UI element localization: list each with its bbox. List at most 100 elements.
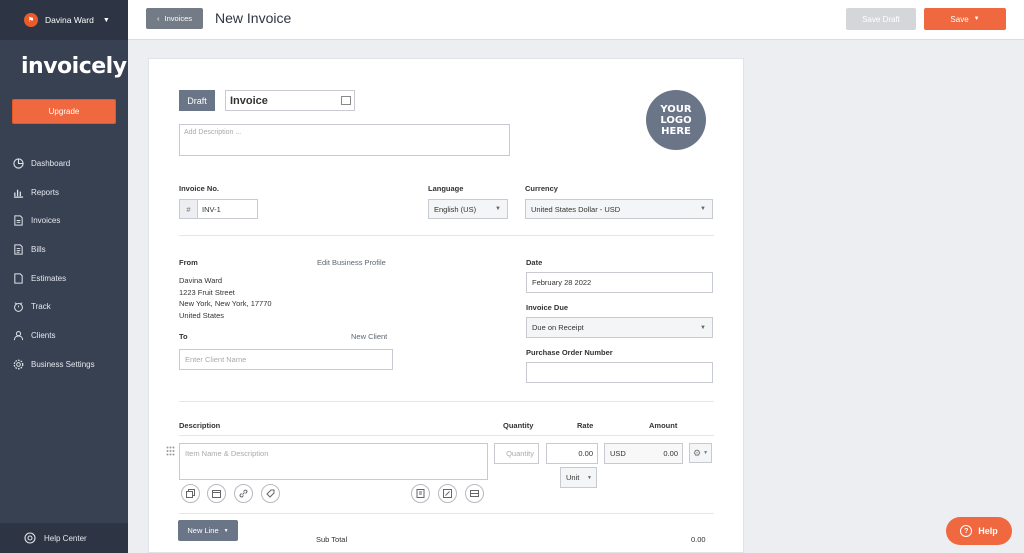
invoice-title-input[interactable]: Invoice	[225, 90, 355, 111]
flag-icon: ⚑	[24, 13, 38, 27]
from-city: New York, New York, 17770	[179, 299, 272, 308]
clients-icon	[12, 329, 24, 341]
copy-icon[interactable]	[181, 484, 200, 503]
chevron-down-icon: ▼	[102, 16, 110, 24]
reports-icon	[12, 186, 24, 198]
invoice-no-field[interactable]: # INV-1	[179, 199, 258, 219]
invoice-no-label: Invoice No.	[179, 184, 220, 193]
bill-icon	[12, 243, 24, 255]
question-icon: ?	[960, 525, 973, 537]
chevron-left-icon: ‹	[156, 14, 160, 23]
amount-field: USD 0.00	[604, 443, 683, 464]
divider	[179, 401, 714, 402]
quantity-input[interactable]: Quantity	[494, 443, 539, 464]
sidebar-item-clients[interactable]: Clients	[0, 321, 128, 350]
language-label: Language	[428, 184, 464, 193]
help-button-label: Help	[978, 526, 998, 536]
sidebar-item-label: Business Settings	[31, 359, 95, 369]
tag-icon[interactable]	[261, 484, 280, 503]
chevron-down-icon: ▼	[587, 474, 592, 481]
invoice-due-value: Due on Receipt	[532, 323, 584, 332]
new-line-label: New Line	[187, 526, 219, 535]
from-name: Davina Ward	[179, 276, 223, 285]
invoice-icon	[12, 215, 24, 227]
invoice-description-input[interactable]: Add Description ...	[179, 124, 510, 156]
drag-handle-icon[interactable]	[166, 446, 175, 456]
chevron-down-icon: ▼	[973, 16, 980, 22]
save-draft-button[interactable]: Save Draft	[846, 8, 916, 30]
from-address: Davina Ward 1223 Fruit Street New York, …	[179, 275, 272, 321]
back-to-invoices-button[interactable]: ‹ Invoices	[146, 8, 203, 29]
gear-icon	[12, 358, 24, 370]
col-rate: Rate	[577, 421, 594, 430]
from-street: 1223 Fruit Street	[179, 287, 235, 297]
status-badge: Draft	[179, 90, 215, 111]
track-icon	[12, 301, 24, 313]
help-center-link[interactable]: Help Center	[0, 523, 128, 553]
item-description-input[interactable]: Item Name & Description	[179, 443, 488, 480]
unit-select[interactable]: Unit ▼	[560, 467, 597, 488]
back-button-label: Invoices	[164, 14, 192, 23]
unit-value: Unit	[566, 473, 580, 482]
help-button[interactable]: ? Help	[946, 517, 1012, 545]
tax-icon[interactable]	[411, 484, 430, 503]
save-button[interactable]: Save ▼	[924, 8, 1006, 30]
currency-value: United States Dollar - USD	[531, 204, 621, 214]
invoice-due-select[interactable]: Due on Receipt ▼	[526, 317, 713, 338]
dashboard-icon	[12, 157, 24, 169]
chevron-down-icon: ▼	[495, 206, 501, 212]
hash-prefix: #	[180, 200, 198, 218]
chevron-down-icon: ▼	[700, 206, 706, 212]
sidebar: ⚑ Davina Ward ▼ invoicely Upgrade Dashbo…	[0, 0, 128, 553]
client-name-input[interactable]: Enter Client Name	[179, 349, 393, 370]
gear-icon: ⚙	[692, 447, 702, 458]
to-label: To	[179, 332, 188, 341]
template-icon[interactable]	[341, 96, 351, 105]
app-logo: invoicely	[21, 54, 127, 79]
from-country: United States	[179, 310, 225, 320]
chevron-down-icon: ▼	[223, 527, 229, 534]
divider	[179, 513, 714, 514]
row-settings-button[interactable]: ⚙ ▼	[689, 443, 712, 463]
sidebar-item-business-settings[interactable]: Business Settings	[0, 350, 128, 379]
language-value: English (US)	[434, 204, 477, 214]
sidebar-item-label: Clients	[31, 330, 56, 340]
calendar-icon[interactable]	[207, 484, 226, 503]
upgrade-button[interactable]: Upgrade	[12, 99, 116, 124]
sidebar-item-estimates[interactable]: Estimates	[0, 264, 128, 293]
new-client-link[interactable]: New Client	[351, 332, 387, 341]
sidebar-item-label: Dashboard	[31, 158, 71, 168]
subtotal-label: Sub Total	[316, 535, 348, 544]
discount-icon[interactable]	[438, 484, 457, 503]
sidebar-item-track[interactable]: Track	[0, 292, 128, 321]
help-center-label: Help Center	[44, 533, 87, 543]
edit-business-profile-link[interactable]: Edit Business Profile	[317, 258, 386, 267]
logo-placeholder[interactable]: YOUR LOGO HERE	[646, 90, 706, 150]
sidebar-nav: Dashboard Reports Invoices Bills Estimat…	[0, 149, 128, 379]
invoice-due-label: Invoice Due	[526, 303, 569, 312]
currency-select[interactable]: United States Dollar - USD ▼	[525, 199, 713, 219]
sidebar-item-label: Estimates	[31, 273, 67, 283]
estimate-icon	[12, 272, 24, 284]
sidebar-item-invoices[interactable]: Invoices	[0, 206, 128, 235]
shipping-icon[interactable]	[465, 484, 484, 503]
top-bar: ‹ Invoices New Invoice Save Draft Save ▼	[128, 0, 1024, 40]
sidebar-item-label: Invoices	[31, 216, 61, 226]
divider	[179, 235, 714, 236]
invoice-sheet: Draft Invoice Add Description ... YOUR L…	[148, 58, 744, 553]
sidebar-item-bills[interactable]: Bills	[0, 235, 128, 264]
page-title: New Invoice	[215, 10, 292, 26]
divider	[179, 435, 714, 436]
po-number-label: Purchase Order Number	[526, 348, 613, 357]
new-line-button[interactable]: New Line ▼	[178, 520, 238, 541]
sidebar-item-label: Bills	[31, 244, 46, 254]
user-menu[interactable]: ⚑ Davina Ward ▼	[0, 0, 128, 40]
link-icon[interactable]	[234, 484, 253, 503]
date-input[interactable]: February 28 2022	[526, 272, 713, 293]
po-number-input[interactable]	[526, 362, 713, 383]
language-select[interactable]: English (US) ▼	[428, 199, 508, 219]
subtotal-value: 0.00	[691, 535, 706, 544]
sidebar-item-reports[interactable]: Reports	[0, 178, 128, 207]
sidebar-item-dashboard[interactable]: Dashboard	[0, 149, 128, 178]
rate-input[interactable]: 0.00	[546, 443, 598, 464]
